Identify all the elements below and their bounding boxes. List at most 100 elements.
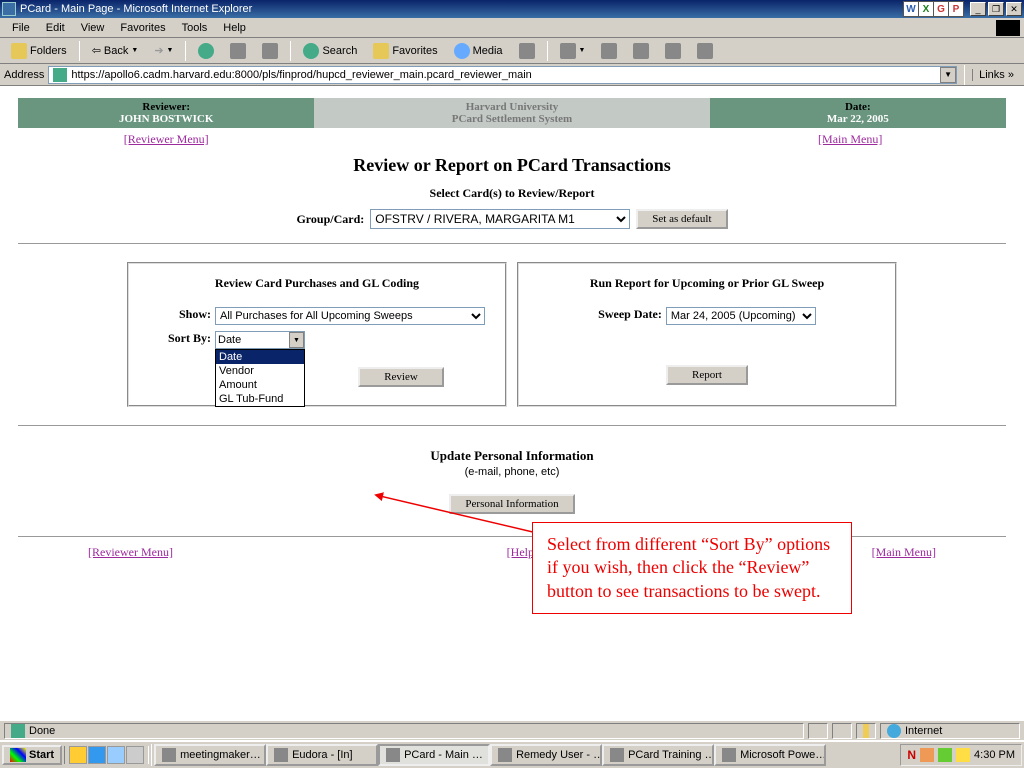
menu-view[interactable]: View (73, 20, 113, 36)
main-menu-link[interactable]: [Main Menu] (818, 132, 882, 146)
group-card-label: Group/Card: (296, 212, 364, 227)
taskbar-item[interactable]: Microsoft Powe… (714, 744, 826, 766)
refresh-button[interactable] (223, 40, 253, 62)
reviewer-label: Reviewer: (18, 101, 314, 113)
reviewer-menu-link-bottom[interactable]: [Reviewer Menu] (88, 545, 173, 560)
sort-by-dropdown-list[interactable]: Date Vendor Amount GL Tub-Fund (215, 349, 305, 407)
group-card-select[interactable]: OFSTRV / RIVERA, MARGARITA M1 (370, 209, 630, 229)
sort-option-vendor[interactable]: Vendor (216, 364, 304, 378)
address-label: Address (4, 69, 44, 81)
folders-button[interactable]: Folders (4, 40, 74, 62)
print-button[interactable] (594, 40, 624, 62)
ie-throbber-icon (996, 20, 1020, 36)
report-button[interactable]: Report (666, 365, 748, 385)
word-icon[interactable]: W (903, 1, 919, 17)
misc-button[interactable] (690, 40, 720, 62)
url-text: https://apollo6.cadm.harvard.edu:8000/pl… (71, 69, 531, 81)
powerpoint-icon[interactable]: P (948, 1, 964, 17)
divider (18, 425, 1006, 426)
menu-file[interactable]: File (4, 20, 38, 36)
home-button[interactable] (255, 40, 285, 62)
header-banner: Reviewer: JOHN BOSTWICK Harvard Universi… (18, 98, 1006, 128)
ql-icon-2[interactable] (88, 746, 106, 764)
reviewer-name: JOHN BOSTWICK (18, 113, 314, 125)
taskbar-item[interactable]: Eudora - [In] (266, 744, 378, 766)
app-icon (274, 748, 288, 762)
app-icon-3[interactable]: G (933, 1, 949, 17)
sort-option-amount[interactable]: Amount (216, 378, 304, 392)
office-shortcut-icons[interactable]: W X G P (904, 1, 964, 17)
ql-icon-1[interactable] (69, 746, 87, 764)
update-title: Update Personal Information (18, 448, 1006, 464)
window-titlebar: PCard - Main Page - Microsoft Internet E… (0, 0, 1024, 18)
status-text-pane: Done (4, 723, 804, 739)
taskbar-item-label: Microsoft Powe… (740, 749, 826, 761)
show-label: Show: (141, 307, 211, 322)
minimize-button[interactable]: _ (970, 2, 986, 16)
ql-icon-4[interactable] (126, 746, 144, 764)
restore-button[interactable]: ❐ (988, 2, 1004, 16)
excel-icon[interactable]: X (918, 1, 934, 17)
page-title: Review or Report on PCard Transactions (18, 155, 1006, 176)
mail-button[interactable]: ▼ (553, 40, 593, 62)
close-button[interactable]: ✕ (1006, 2, 1022, 16)
chevron-down-icon[interactable]: ▼ (289, 332, 304, 348)
menu-tools[interactable]: Tools (174, 20, 216, 36)
done-icon (11, 724, 25, 738)
tray-icon-3[interactable] (956, 748, 970, 762)
forward-button[interactable]: ➔▼ (147, 41, 180, 60)
tray-icon-2[interactable] (938, 748, 952, 762)
sweep-date-select[interactable]: Mar 24, 2005 (Upcoming) (666, 307, 816, 325)
sort-by-label: Sort By: (141, 331, 211, 346)
app-icon (498, 748, 512, 762)
annotation-callout: Select from different “Sort By” options … (532, 522, 852, 614)
start-button[interactable]: Start (2, 745, 62, 765)
taskbar-item[interactable]: PCard - Main … (378, 744, 490, 766)
status-pane-4 (856, 723, 876, 739)
address-input[interactable]: https://apollo6.cadm.harvard.edu:8000/pl… (48, 66, 957, 84)
page-icon (53, 68, 67, 82)
sort-option-date[interactable]: Date (216, 350, 304, 364)
annotation-arrow (372, 491, 542, 541)
taskbar-item[interactable]: PCard Training … (602, 744, 714, 766)
main-menu-link-bottom[interactable]: [Main Menu] (872, 545, 936, 560)
stop-button[interactable] (191, 40, 221, 62)
lock-icon (863, 724, 869, 738)
links-toolbar[interactable]: Links » (972, 69, 1020, 81)
search-button[interactable]: Search (296, 40, 364, 62)
address-dropdown-icon[interactable]: ▼ (940, 67, 956, 83)
tray-text[interactable]: N (907, 748, 916, 762)
reviewer-menu-link[interactable]: [Reviewer Menu] (124, 132, 209, 146)
windows-flag-icon (10, 748, 26, 762)
status-bar: Done Internet (0, 720, 1024, 740)
media-button[interactable]: Media (447, 40, 510, 62)
history-button[interactable] (512, 40, 542, 62)
sort-option-gl[interactable]: GL Tub-Fund (216, 392, 304, 406)
taskbar-item-label: meetingmaker… (180, 749, 261, 761)
taskbar-item[interactable]: Remedy User - … (490, 744, 602, 766)
taskbar-item[interactable]: meetingmaker… (154, 744, 266, 766)
report-panel-title: Run Report for Upcoming or Prior GL Swee… (531, 276, 883, 291)
taskbar-item-label: Remedy User - … (516, 749, 602, 761)
internet-zone-icon (887, 724, 901, 738)
menu-help[interactable]: Help (215, 20, 254, 36)
app-icon (386, 748, 400, 762)
sort-by-select[interactable]: Date ▼ (215, 331, 305, 349)
back-button[interactable]: ⇦Back▼ (85, 41, 146, 60)
review-button[interactable]: Review (358, 367, 444, 387)
menu-favorites[interactable]: Favorites (112, 20, 173, 36)
date-label: Date: (710, 101, 1006, 113)
show-select[interactable]: All Purchases for All Upcoming Sweeps (215, 307, 485, 325)
update-subtitle: (e-mail, phone, etc) (18, 466, 1006, 478)
set-default-button[interactable]: Set as default (636, 209, 727, 229)
tray-icon-1[interactable] (920, 748, 934, 762)
app-icon (722, 748, 736, 762)
edit-button[interactable] (626, 40, 656, 62)
favorites-button[interactable]: Favorites (366, 40, 444, 62)
system-tray: N 4:30 PM (900, 744, 1022, 766)
discuss-button[interactable] (658, 40, 688, 62)
status-text: Done (29, 725, 55, 737)
menu-edit[interactable]: Edit (38, 20, 73, 36)
zone-text: Internet (905, 725, 942, 737)
ql-icon-3[interactable] (107, 746, 125, 764)
